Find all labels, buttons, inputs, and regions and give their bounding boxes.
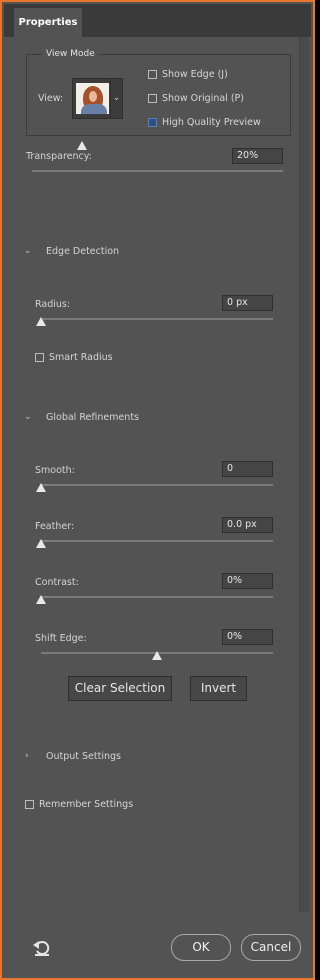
high-quality-preview-checkbox[interactable]: [148, 118, 157, 127]
chevron-down-icon[interactable]: ⌄: [24, 410, 32, 424]
view-mode-dropdown[interactable]: ⌄: [72, 78, 123, 119]
contrast-label: Contrast:: [35, 577, 79, 588]
remember-settings-checkbox[interactable]: [25, 800, 34, 809]
feather-slider-thumb[interactable]: [36, 539, 46, 548]
show-original-checkbox[interactable]: [148, 94, 157, 103]
view-preview-thumbnail: [76, 83, 109, 114]
show-original-label: Show Original (P): [162, 93, 244, 104]
feather-label: Feather:: [35, 521, 75, 532]
shift-edge-input[interactable]: 0%: [222, 629, 273, 645]
properties-panel: Properties View Mode View: ⌄ Show Edge (…: [0, 0, 315, 980]
chevron-down-icon[interactable]: ⌄: [24, 244, 32, 258]
radius-input[interactable]: 0 px: [222, 295, 273, 311]
high-quality-preview-label: High Quality Preview: [162, 117, 261, 128]
tab-properties[interactable]: Properties: [14, 8, 82, 37]
radius-slider-track[interactable]: [41, 318, 273, 320]
smart-radius-checkbox[interactable]: [35, 353, 44, 362]
transparency-slider-thumb[interactable]: [77, 141, 87, 150]
transparency-slider-track[interactable]: [32, 170, 283, 172]
smooth-slider-thumb[interactable]: [36, 483, 46, 492]
feather-input[interactable]: 0.0 px: [222, 517, 273, 533]
scrollbar[interactable]: [299, 37, 309, 912]
remember-settings-label: Remember Settings: [39, 799, 134, 810]
view-label: View:: [38, 93, 64, 104]
chevron-down-icon: ⌄: [110, 79, 122, 118]
contrast-slider-thumb[interactable]: [36, 595, 46, 604]
smooth-slider-track[interactable]: [41, 484, 273, 486]
output-settings-header[interactable]: Output Settings: [46, 750, 121, 764]
reset-icon[interactable]: [32, 937, 52, 957]
show-edge-label: Show Edge (J): [162, 69, 228, 80]
edge-detection-header[interactable]: Edge Detection: [46, 245, 119, 259]
tab-bar: Properties: [4, 4, 311, 37]
invert-button[interactable]: Invert: [190, 676, 247, 701]
show-edge-checkbox[interactable]: [148, 70, 157, 79]
chevron-right-icon[interactable]: ›: [25, 749, 29, 763]
smooth-label: Smooth:: [35, 465, 75, 476]
clear-selection-button[interactable]: Clear Selection: [68, 676, 172, 701]
feather-slider-track[interactable]: [41, 540, 273, 542]
radius-label: Radius:: [35, 299, 71, 310]
global-refinements-header[interactable]: Global Refinements: [46, 411, 139, 425]
transparency-label: Transparency:: [26, 151, 92, 162]
contrast-slider-track[interactable]: [41, 596, 273, 598]
contrast-input[interactable]: 0%: [222, 573, 273, 589]
cancel-button[interactable]: Cancel: [241, 934, 301, 961]
shift-edge-slider-thumb[interactable]: [152, 651, 162, 660]
transparency-input[interactable]: 20%: [232, 148, 283, 164]
shift-edge-label: Shift Edge:: [35, 633, 87, 644]
view-mode-legend: View Mode: [42, 47, 99, 61]
smart-radius-label: Smart Radius: [49, 352, 113, 363]
radius-slider-thumb[interactable]: [36, 317, 46, 326]
ok-button[interactable]: OK: [171, 934, 231, 961]
smooth-input[interactable]: 0: [222, 461, 273, 477]
